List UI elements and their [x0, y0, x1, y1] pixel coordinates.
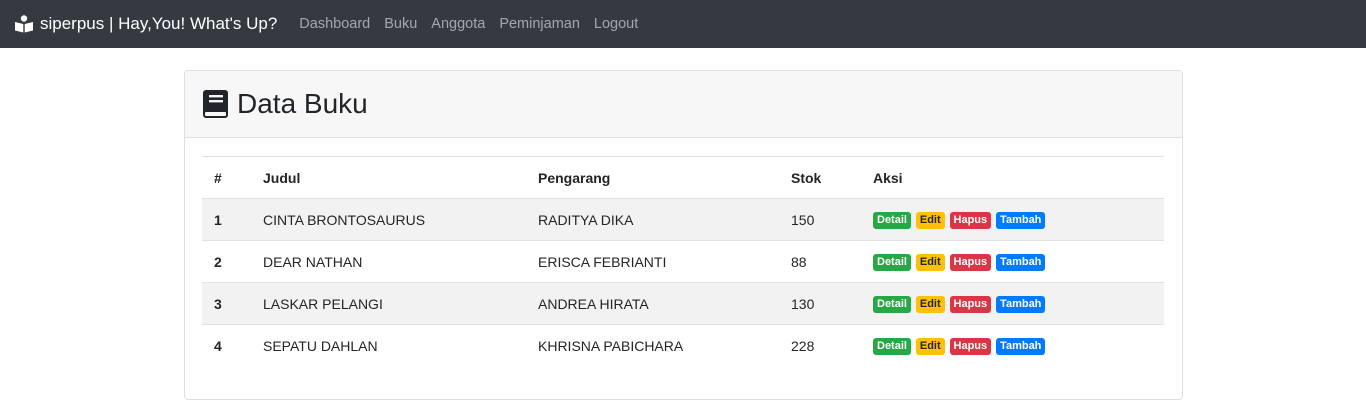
- data-buku-card: Data Buku # Judul Pengarang Stok Aksi 1 …: [184, 70, 1183, 400]
- row-number: 3: [214, 295, 222, 312]
- page-title: Data Buku: [237, 88, 368, 119]
- nav-dashboard[interactable]: Dashboard: [292, 16, 377, 32]
- brand-text: siperpus | Hay,You! What's Up?: [40, 14, 278, 33]
- table-row: 3 LASKAR PELANGI ANDREA HIRATA 130 Detai…: [202, 282, 1164, 325]
- detail-button[interactable]: Detail: [873, 254, 911, 271]
- row-number: 1: [214, 211, 222, 228]
- book-icon: [202, 89, 229, 119]
- nav-links: Dashboard Buku Anggota Peminjaman Logout: [292, 16, 645, 32]
- col-aksi: Aksi: [873, 169, 903, 186]
- row-stok: 150: [791, 211, 815, 228]
- nav-peminjaman[interactable]: Peminjaman: [492, 16, 587, 32]
- row-actions: Detail Edit Hapus Tambah: [861, 325, 1164, 367]
- col-number: #: [214, 169, 222, 186]
- detail-button[interactable]: Detail: [873, 212, 911, 229]
- row-pengarang: KHRISNA PABICHARA: [538, 337, 684, 354]
- table-row: 4 SEPATU DAHLAN KHRISNA PABICHARA 228 De…: [202, 324, 1164, 367]
- books-table: # Judul Pengarang Stok Aksi 1 CINTA BRON…: [202, 156, 1164, 367]
- detail-button[interactable]: Detail: [873, 296, 911, 313]
- edit-button[interactable]: Edit: [915, 338, 945, 356]
- row-stok: 130: [791, 295, 815, 312]
- row-judul: LASKAR PELANGI: [263, 295, 383, 312]
- row-judul: SEPATU DAHLAN: [263, 337, 378, 354]
- row-stok: 88: [791, 253, 807, 270]
- col-stok: Stok: [791, 169, 822, 186]
- hapus-button[interactable]: Hapus: [949, 338, 992, 356]
- row-pengarang: RADITYA DIKA: [538, 211, 634, 228]
- card-header: Data Buku: [185, 71, 1182, 138]
- hapus-button[interactable]: Hapus: [949, 212, 992, 229]
- nav-logout[interactable]: Logout: [587, 16, 645, 32]
- row-judul: DEAR NATHAN: [263, 253, 363, 270]
- col-judul: Judul: [263, 169, 301, 186]
- row-pengarang: ANDREA HIRATA: [538, 295, 649, 312]
- navbar: siperpus | Hay,You! What's Up? Dashboard…: [0, 0, 1366, 48]
- hapus-button[interactable]: Hapus: [949, 254, 992, 271]
- row-actions: Detail Edit Hapus Tambah: [861, 241, 1164, 283]
- row-actions: Detail Edit Hapus Tambah: [861, 199, 1164, 241]
- row-judul: CINTA BRONTOSAURUS: [263, 211, 426, 228]
- tambah-button[interactable]: Tambah: [996, 254, 1046, 271]
- tambah-button[interactable]: Tambah: [996, 296, 1046, 313]
- row-pengarang: ERISCA FEBRIANTI: [538, 253, 667, 270]
- edit-button[interactable]: Edit: [915, 212, 945, 229]
- brand-link[interactable]: siperpus | Hay,You! What's Up?: [14, 14, 277, 34]
- table-row: 2 DEAR NATHAN ERISCA FEBRIANTI 88 Detail…: [202, 240, 1164, 283]
- table-header-row: # Judul Pengarang Stok Aksi: [202, 156, 1164, 199]
- col-pengarang: Pengarang: [538, 169, 611, 186]
- detail-button[interactable]: Detail: [873, 338, 911, 356]
- row-number: 4: [214, 337, 222, 354]
- nav-anggota[interactable]: Anggota: [424, 16, 492, 32]
- edit-button[interactable]: Edit: [915, 254, 945, 271]
- nav-buku[interactable]: Buku: [377, 16, 424, 32]
- table-row: 1 CINTA BRONTOSAURUS RADITYA DIKA 150 De…: [202, 198, 1164, 241]
- edit-button[interactable]: Edit: [915, 296, 945, 313]
- row-stok: 228: [791, 337, 815, 354]
- tambah-button[interactable]: Tambah: [996, 338, 1046, 356]
- row-actions: Detail Edit Hapus Tambah: [861, 283, 1164, 325]
- reader-icon: [14, 15, 34, 33]
- row-number: 2: [214, 253, 222, 270]
- tambah-button[interactable]: Tambah: [996, 212, 1046, 229]
- card-body: # Judul Pengarang Stok Aksi 1 CINTA BRON…: [185, 138, 1182, 367]
- hapus-button[interactable]: Hapus: [949, 296, 992, 313]
